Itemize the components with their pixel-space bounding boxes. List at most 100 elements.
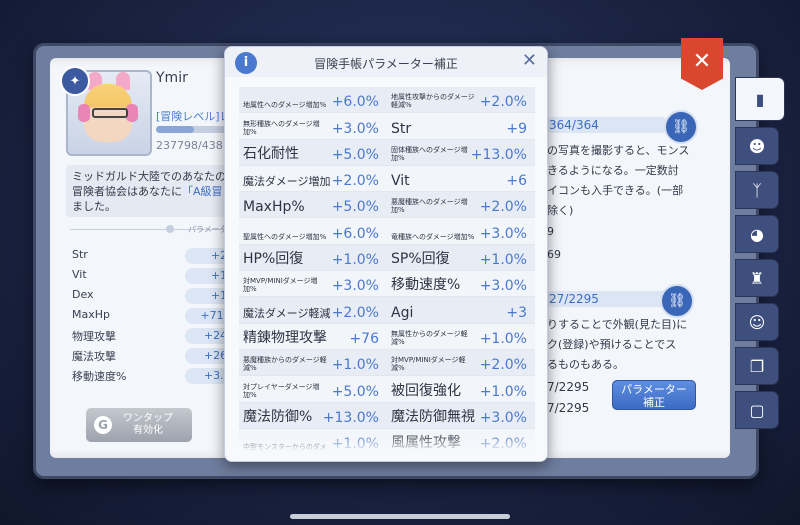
desc-line-2-text: 冒険者協会はあなたに <box>72 185 182 198</box>
desc-line: イコンも入手できる。(一部 <box>547 184 684 197</box>
parameter-value: +1.0% <box>331 252 379 269</box>
stat-label: Vit <box>72 268 87 281</box>
parameter-value: +2.0% <box>479 94 527 111</box>
parameter-label: 魔法ダメージ増加 <box>243 175 331 189</box>
parameter-label: 悪魔種族へのダメージ増加% <box>391 198 468 215</box>
parameter-label: 対MVP/MINIダメージ増加% <box>243 277 318 294</box>
chick-icon[interactable]: ◕ <box>736 216 778 252</box>
open-book-icon[interactable]: ❐ <box>736 348 778 384</box>
parameter-item: 石化耐性 +5.0% <box>239 139 387 166</box>
parameter-value: +5.0% <box>331 146 379 163</box>
parameter-value: +3.0% <box>331 278 379 295</box>
parameter-item: 地属性へのダメージ増加% +6.0% <box>239 87 387 114</box>
popup-title: 冒険手帳パラメーター補正 <box>314 57 458 71</box>
parameter-value: +3.0% <box>479 225 527 242</box>
one-tap-activate-button[interactable]: G ワンタップ 有効化 <box>86 408 192 442</box>
parameter-item: 無属性からのダメージ軽減% +1.0% <box>387 324 535 350</box>
parameter-value: +6.0% <box>331 94 379 111</box>
parameter-item: 無形種族へのダメージ増加% +3.0% <box>239 113 387 140</box>
exp-text: 237798/438 <box>156 139 223 152</box>
stat-label: Dex <box>72 288 94 301</box>
parameter-label: 無属性からのダメージ軽減% <box>391 329 468 346</box>
desc-line: ク(登録)や預けることでス <box>547 338 677 351</box>
player-name: Ymir <box>156 70 188 86</box>
desc-line: の写真を撮影すると、モンス <box>547 144 690 157</box>
parameter-item: 移動速度% +3.0% <box>387 271 535 298</box>
stat-label: 魔法攻撃 <box>72 350 116 363</box>
home-indicator[interactable] <box>290 514 510 519</box>
parameter-label: 固体種族へのダメージ増加% <box>391 145 468 162</box>
stat-row: Vit +18 <box>70 268 260 286</box>
monster-description: の写真を撮影すると、モンス きるようになる。一定数討 イコンも入手できる。(一部… <box>547 141 689 221</box>
parameter-value: +3.0% <box>331 120 379 137</box>
monster-count: 364/364 <box>545 117 669 133</box>
chef-hat-icon[interactable]: ♜ <box>736 260 778 296</box>
one-tap-label-line2: 有効化 <box>133 425 163 436</box>
parameter-item: 対MVP/MINIダメージ増加% +3.0% <box>239 271 387 298</box>
parameter-label: 竜種族へのダメージ増加% <box>391 232 475 241</box>
parameter-label: 対MVP/MINIダメージ軽減% <box>391 356 466 373</box>
parameter-label: 移動速度% <box>391 277 461 294</box>
link-icon[interactable]: ⛓ <box>660 284 694 318</box>
book-icon[interactable]: ▮ <box>736 78 784 120</box>
parameter-label: 魔法防御無視 <box>391 408 475 425</box>
stat-label: 移動速度% <box>72 370 127 383</box>
parameter-label: 聖属性へのダメージ増加% <box>243 232 327 241</box>
parameter-value: +3 <box>506 304 527 321</box>
parameter-label: 魔法ダメージ軽減 <box>243 306 331 320</box>
desc-line-3: ました。 <box>72 200 116 213</box>
parameter-label: MaxHp% <box>243 199 305 216</box>
parameter-value: +1.0% <box>331 357 379 374</box>
param-button-line2: 補正 <box>643 396 665 409</box>
stat-row: 魔法攻撃 +2615 <box>70 348 260 366</box>
value-b: 69 <box>547 248 561 261</box>
stat-label: Str <box>72 248 88 261</box>
parameter-label: Agi <box>391 304 414 321</box>
parameter-value: +2.0% <box>331 304 379 321</box>
parameter-label: 石化耐性 <box>243 145 299 162</box>
parameter-value: +13.0% <box>322 409 379 426</box>
param-button-line1: パラメーター <box>621 383 687 396</box>
close-icon[interactable]: ✕ <box>522 50 537 71</box>
count-3: 7/2295 <box>547 380 590 394</box>
parameter-value: +6.0% <box>331 225 379 242</box>
parameter-label: 地属性へのダメージ増加% <box>243 101 327 110</box>
desc-line: 除く) <box>547 204 574 217</box>
parameter-list[interactable]: 地属性へのダメージ増加% +6.0% 地属性攻撃からのダメージ軽減% +2.0% 無形種… <box>239 87 535 453</box>
count-4: 7/2295 <box>547 401 590 415</box>
horn-icon[interactable]: ᛉ <box>736 172 778 208</box>
parameter-item: MaxHp% +5.0% <box>239 192 387 219</box>
parameter-item: 精錬物理攻撃 +76 <box>239 324 387 350</box>
guild-emblem-icon: ✦ <box>60 66 90 96</box>
appearance-description: りすることで外観(見た目)に ク(登録)や預けることでス るものもある。 <box>547 315 687 375</box>
desc-line: りすることで外観(見た目)に <box>547 318 688 331</box>
parameter-label: 精錬物理攻撃 <box>243 329 327 346</box>
desc-line-1: ミッドガルド大陸でのあなたの <box>72 170 226 183</box>
desc-line: きるようになる。一定数討 <box>547 164 679 177</box>
parameter-value: +1.0% <box>479 383 527 400</box>
parameter-item: 竜種族へのダメージ増加% +3.0% <box>387 218 535 245</box>
head-icon[interactable]: ☺ <box>736 304 778 340</box>
parameter-item: 魔法ダメージ軽減 +2.0% <box>239 297 387 324</box>
stat-label: 物理攻撃 <box>72 330 116 343</box>
parameter-item: 固体種族へのダメージ増加% +13.0% <box>387 139 535 166</box>
parameter-label: 被回復強化 <box>391 382 461 399</box>
value-a: 9 <box>547 225 554 238</box>
parameter-label: 悪魔種族からのダメージ軽減% <box>243 356 327 373</box>
parameter-item: Str +9 <box>387 113 535 140</box>
stat-label: MaxHp <box>72 308 110 321</box>
parameter-item: 悪魔種族からのダメージ軽減% +1.0% <box>239 349 387 377</box>
parameter-label: 地属性攻撃からのダメージ軽減% <box>391 93 475 110</box>
link-icon[interactable]: ⛓ <box>664 110 698 144</box>
parameter-item: 対プレイヤーダメージ増加% +5.0% <box>239 376 387 403</box>
desc-line: るものもある。 <box>547 358 624 371</box>
tab-more[interactable]: ▢ <box>736 392 778 428</box>
parameter-correction-button[interactable]: パラメーター 補正 <box>612 380 696 410</box>
parameter-item: HP%回復 +1.0% <box>239 244 387 272</box>
mask-icon[interactable]: ☻ <box>736 128 778 164</box>
parameter-label: 対プレイヤーダメージ増加% <box>243 382 320 399</box>
parameter-value: +6 <box>506 173 527 190</box>
parameter-label: Str <box>391 120 412 137</box>
tap-icon: G <box>94 416 112 434</box>
one-tap-label-line1: ワンタップ <box>123 413 173 424</box>
